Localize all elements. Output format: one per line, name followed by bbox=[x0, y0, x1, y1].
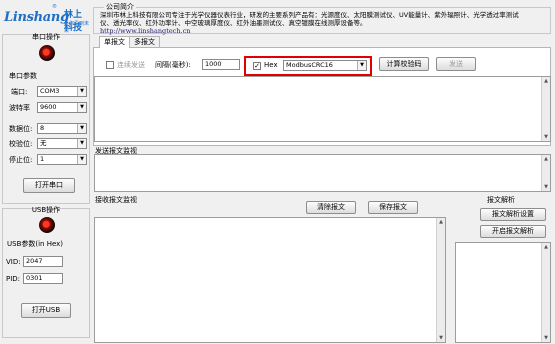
checksum-select-value: ModbusCRC16 bbox=[286, 61, 333, 69]
usb-params-legend: USB参数(in Hex) bbox=[7, 240, 64, 248]
serial-params-legend: 串口参数 bbox=[9, 72, 37, 80]
logo-wordmark: Linshang bbox=[4, 10, 69, 25]
company-logo: Linshang ® 林上科技 让你看到未来 bbox=[2, 2, 90, 36]
scroll-down-icon[interactable]: ▼ bbox=[542, 183, 550, 191]
tab-single-message[interactable]: 单报文 bbox=[99, 36, 130, 48]
vid-label: VID: bbox=[6, 258, 21, 266]
recv-monitor-scrollbar[interactable]: ▲ ▼ bbox=[436, 218, 445, 342]
send-monitor-scrollbar[interactable]: ▲ ▼ bbox=[541, 155, 550, 191]
baud-label: 波特率 bbox=[9, 104, 30, 112]
chevron-down-icon[interactable]: ▼ bbox=[77, 87, 86, 96]
usb-panel: USB操作 USB参数(in Hex) VID: 2047 PID: 0301 … bbox=[2, 206, 90, 338]
open-usb-button[interactable]: 打开USB bbox=[21, 303, 71, 318]
chevron-down-icon[interactable]: ▼ bbox=[77, 155, 86, 164]
parse-legend: 报文解析 bbox=[487, 196, 515, 204]
pid-input[interactable]: 0301 bbox=[23, 273, 63, 284]
interval-label: 间隔(毫秒): bbox=[155, 61, 191, 69]
clear-messages-button[interactable]: 清除报文 bbox=[306, 201, 356, 214]
baud-select[interactable]: 9600 ▼ bbox=[37, 102, 87, 113]
parity-select-value: 无 bbox=[40, 139, 47, 147]
continuous-send-label: 连续发送 bbox=[117, 61, 145, 69]
parity-select[interactable]: 无 ▼ bbox=[37, 138, 87, 149]
chevron-down-icon[interactable]: ▼ bbox=[77, 103, 86, 112]
serial-status-led-icon bbox=[39, 45, 55, 61]
scroll-down-icon[interactable]: ▼ bbox=[542, 334, 550, 342]
company-intro-text: 深圳市林上科技有限公司专注于光学仪器仪表行业，研发的主要系列产品有：光源度仪、太… bbox=[100, 11, 519, 27]
company-intro-group: 公司简介 深圳市林上科技有限公司专注于光学仪器仪表行业，研发的主要系列产品有：光… bbox=[93, 2, 551, 35]
usb-status-led-icon bbox=[39, 217, 55, 233]
checksum-select[interactable]: ModbusCRC16 ▼ bbox=[283, 60, 367, 71]
stopbits-select[interactable]: 1 ▼ bbox=[37, 154, 87, 165]
scroll-up-icon[interactable]: ▲ bbox=[542, 243, 550, 251]
scroll-down-icon[interactable]: ▼ bbox=[437, 334, 445, 342]
chevron-down-icon[interactable]: ▼ bbox=[77, 124, 86, 133]
send-input-scrollbar[interactable]: ▲ ▼ bbox=[541, 77, 550, 141]
serial-panel-title: 串口操作 bbox=[32, 33, 60, 41]
send-button[interactable]: 发送 bbox=[436, 57, 476, 71]
parse-result-box[interactable]: ▲ ▼ bbox=[455, 242, 551, 343]
scroll-up-icon[interactable]: ▲ bbox=[437, 218, 445, 226]
vid-input[interactable]: 2047 bbox=[23, 256, 63, 267]
send-message-input[interactable]: ▲ ▼ bbox=[94, 76, 551, 142]
parse-result-scrollbar[interactable]: ▲ ▼ bbox=[541, 243, 550, 342]
scroll-up-icon[interactable]: ▲ bbox=[542, 155, 550, 163]
port-select[interactable]: COM3 ▼ bbox=[37, 86, 87, 97]
start-parse-button[interactable]: 开启报文解析 bbox=[480, 225, 546, 238]
send-monitor-box[interactable]: ▲ ▼ bbox=[94, 154, 551, 192]
continuous-send-checkbox[interactable] bbox=[106, 61, 114, 69]
usb-panel-title: USB操作 bbox=[31, 206, 61, 214]
save-messages-button[interactable]: 保存报文 bbox=[368, 201, 418, 214]
baud-select-value: 9600 bbox=[40, 103, 57, 111]
scroll-up-icon[interactable]: ▲ bbox=[542, 77, 550, 85]
hex-label: Hex bbox=[264, 61, 278, 69]
chevron-down-icon[interactable]: ▼ bbox=[357, 61, 366, 70]
scroll-down-icon[interactable]: ▼ bbox=[542, 133, 550, 141]
parse-settings-button[interactable]: 报文解析设置 bbox=[480, 208, 546, 221]
databits-select-value: 8 bbox=[40, 124, 45, 132]
databits-select[interactable]: 8 ▼ bbox=[37, 123, 87, 134]
open-serial-button[interactable]: 打开串口 bbox=[23, 178, 75, 193]
recv-monitor-box[interactable]: ▲ ▼ bbox=[94, 217, 446, 343]
registered-mark: ® bbox=[52, 4, 57, 10]
databits-label: 数据位: bbox=[9, 125, 33, 133]
recv-monitor-legend: 接收报文监视 bbox=[95, 196, 137, 204]
interval-input[interactable]: 1000 bbox=[202, 59, 240, 70]
port-select-value: COM3 bbox=[40, 87, 60, 95]
pid-label: PID: bbox=[6, 275, 21, 283]
compute-checksum-button[interactable]: 计算校验码 bbox=[379, 57, 429, 71]
parity-label: 校验位: bbox=[9, 140, 33, 148]
company-website-link[interactable]: http://www.linshangtech.cn bbox=[100, 27, 544, 35]
port-label: 端口: bbox=[11, 88, 28, 96]
stopbits-label: 停止位: bbox=[9, 156, 33, 164]
hex-checkbox[interactable]: ✓ bbox=[253, 62, 261, 70]
serial-panel: 串口操作 串口参数 端口: COM3 ▼ 波特率 9600 ▼ 数据位: 8 ▼… bbox=[2, 33, 90, 204]
chevron-down-icon[interactable]: ▼ bbox=[77, 139, 86, 148]
stopbits-select-value: 1 bbox=[40, 155, 45, 163]
